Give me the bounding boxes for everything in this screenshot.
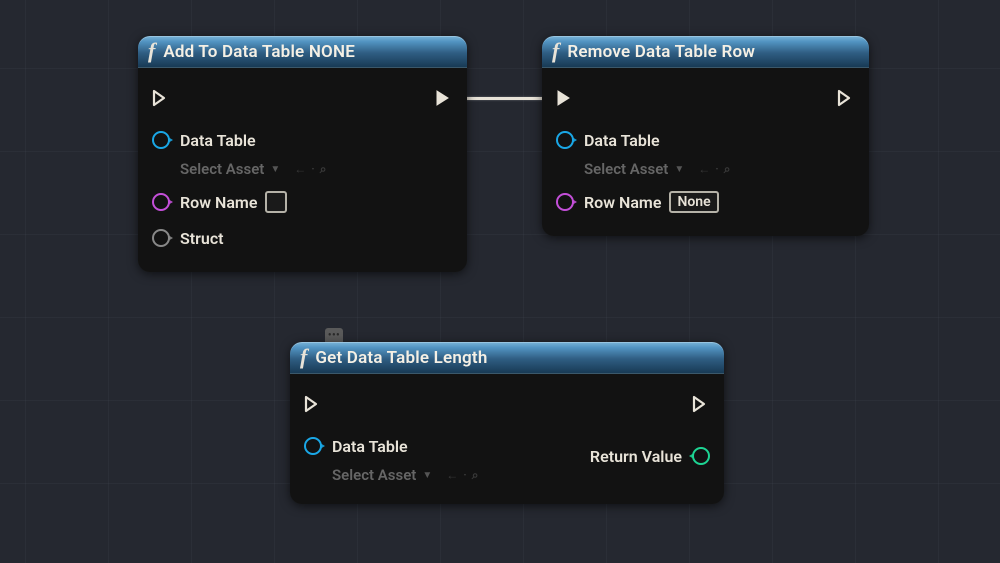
pin-label: Return Value	[590, 447, 682, 466]
chevron-down-icon: ▼	[270, 164, 280, 175]
asset-picker-dropdown[interactable]: Select Asset ▼ ← · ⌕	[584, 160, 855, 178]
pin-label: Row Name	[180, 193, 257, 212]
function-icon: f	[300, 346, 307, 368]
node-title: Remove Data Table Row	[567, 42, 755, 62]
chevron-down-icon: ▼	[674, 164, 684, 175]
exec-input-pin[interactable]	[152, 89, 170, 107]
asset-picker-label: Select Asset	[180, 160, 264, 178]
asset-tools-icon[interactable]: ← · ⌕	[294, 162, 327, 177]
node-title: Add To Data Table NONE	[163, 42, 355, 62]
data-table-input-pin[interactable]	[556, 131, 574, 149]
return-value-output-pin[interactable]	[692, 447, 710, 465]
pin-label: Data Table	[332, 437, 408, 456]
node-header[interactable]: f Remove Data Table Row	[542, 36, 869, 68]
exec-output-pin[interactable]	[837, 89, 855, 107]
node-remove-data-table-row[interactable]: f Remove Data Table Row Data Table Selec…	[542, 36, 869, 236]
row-name-value-input[interactable]: None	[669, 191, 718, 213]
pin-label: Data Table	[180, 131, 256, 150]
asset-picker-label: Select Asset	[332, 466, 416, 484]
node-header[interactable]: f Get Data Table Length	[290, 342, 724, 374]
function-icon: f	[148, 40, 155, 62]
row-name-input-pin[interactable]	[556, 193, 574, 211]
node-title: Get Data Table Length	[315, 348, 487, 368]
pin-label: Struct	[180, 229, 224, 248]
asset-picker-dropdown[interactable]: Select Asset ▼ ← · ⌕	[180, 160, 453, 178]
asset-picker-label: Select Asset	[584, 160, 668, 178]
node-add-to-data-table[interactable]: f Add To Data Table NONE Data Table Sele…	[138, 36, 467, 272]
struct-input-pin[interactable]	[152, 229, 170, 247]
chevron-down-icon: ▼	[422, 470, 432, 481]
node-header[interactable]: f Add To Data Table NONE	[138, 36, 467, 68]
asset-picker-dropdown[interactable]: Select Asset ▼ ← · ⌕	[332, 466, 479, 484]
asset-tools-icon[interactable]: ← · ⌕	[698, 162, 731, 177]
pin-label: Row Name	[584, 193, 661, 212]
exec-output-pin[interactable]	[692, 395, 710, 413]
asset-tools-icon[interactable]: ← · ⌕	[446, 468, 479, 483]
exec-input-pin[interactable]	[304, 395, 322, 413]
node-body: Data Table Select Asset ▼ ← · ⌕ Row Name…	[542, 68, 869, 236]
pin-label: Data Table	[584, 131, 660, 150]
node-body: Data Table Select Asset ▼ ← · ⌕ Return V…	[290, 374, 724, 504]
exec-input-pin[interactable]	[556, 89, 574, 107]
data-table-input-pin[interactable]	[152, 131, 170, 149]
node-get-data-table-length[interactable]: f Get Data Table Length Data Table Selec…	[290, 342, 724, 504]
node-body: Data Table Select Asset ▼ ← · ⌕ Row Name…	[138, 68, 467, 272]
exec-output-pin[interactable]	[435, 89, 453, 107]
data-table-input-pin[interactable]	[304, 437, 322, 455]
function-icon: f	[552, 40, 559, 62]
row-name-value-input[interactable]	[265, 191, 287, 213]
row-name-input-pin[interactable]	[152, 193, 170, 211]
comment-handle-icon[interactable]: •••	[325, 328, 343, 342]
